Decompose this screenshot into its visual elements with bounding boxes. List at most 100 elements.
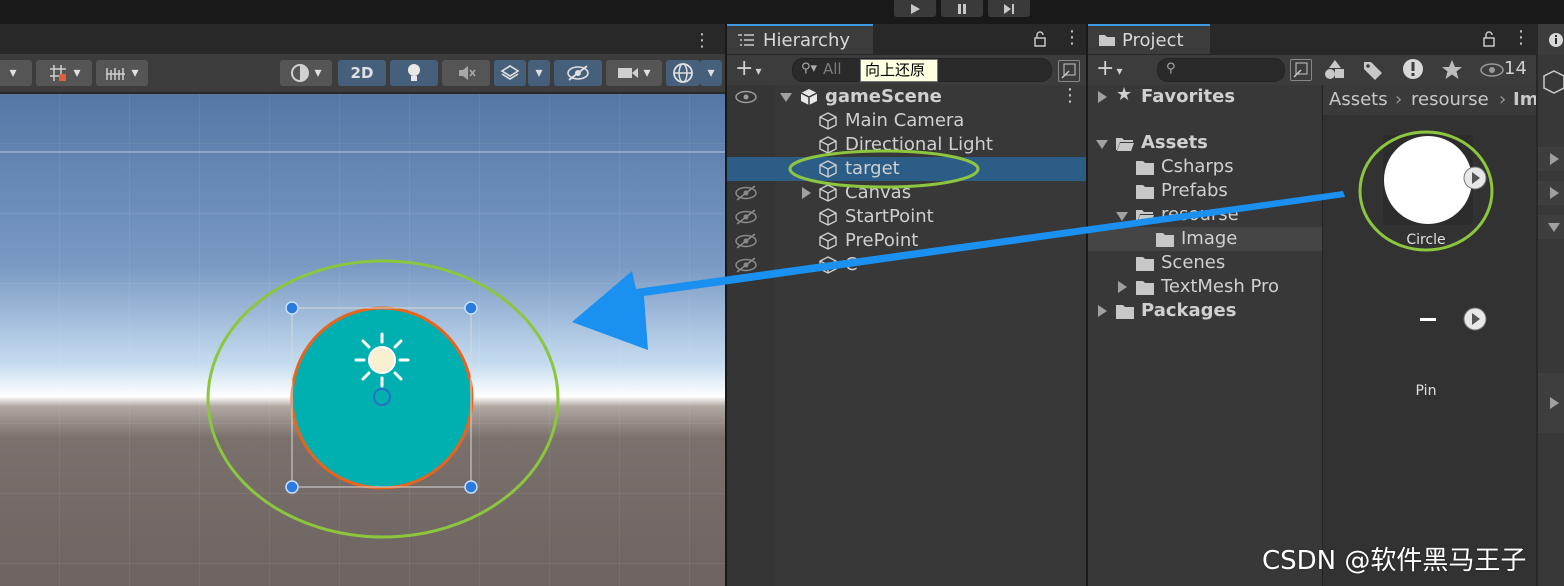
project-panel: Project ⋮ + ▾ ⚲ 14 ★ Favorites Assets Csh… (1088, 24, 1536, 586)
list-icon (738, 34, 754, 46)
2d-mode-button[interactable]: 2D (338, 60, 386, 86)
tree-item[interactable]: resourse (1088, 203, 1322, 227)
component-header[interactable] (1538, 147, 1564, 171)
shading-mode-button[interactable]: ▾ (280, 60, 332, 86)
gameobject-cube-icon (819, 232, 837, 250)
pause-button[interactable] (941, 0, 983, 17)
step-button[interactable] (988, 0, 1030, 17)
hierarchy-item[interactable]: StartPoint (727, 205, 1086, 229)
lightbulb-icon (408, 64, 420, 81)
watermark: CSDN @软件黑马王子 (1262, 546, 1527, 576)
draw-mode-dropdown[interactable]: ▾ (0, 60, 32, 86)
expand-arrow-icon[interactable] (1118, 281, 1127, 293)
tree-item[interactable]: TextMesh Pro (1088, 275, 1322, 299)
scene-row[interactable]: gameScene ⋮ (727, 85, 1086, 109)
folder-icon (1136, 185, 1154, 199)
tab-hierarchy[interactable]: Hierarchy (727, 24, 873, 54)
hierarchy-tab-label: Hierarchy (763, 29, 851, 51)
more-icon[interactable]: ⋮ (693, 30, 711, 51)
tab-inspector[interactable] (1538, 24, 1564, 55)
scene-viewport[interactable] (0, 94, 725, 586)
tree-item[interactable]: Image (1088, 227, 1322, 251)
effects-dropdown[interactable]: ▾ (528, 60, 550, 86)
hidden-count: 14 (1504, 58, 1527, 79)
tree-item-label: Scenes (1161, 252, 1226, 273)
tag-icon[interactable] (1362, 59, 1384, 81)
play-toolbar (0, 0, 1564, 24)
component-header[interactable] (1538, 215, 1564, 239)
warning-icon[interactable] (1402, 58, 1424, 80)
tree-item-assets[interactable]: Assets (1088, 131, 1322, 155)
gizmos-button[interactable] (666, 60, 700, 86)
restore-icon (1293, 62, 1308, 78)
camera-icon (618, 68, 639, 78)
create-button[interactable]: + ▾ (1096, 56, 1122, 81)
expand-arrow-icon[interactable] (1098, 91, 1107, 103)
eye-slash-icon[interactable] (735, 257, 757, 273)
effects-button[interactable] (494, 60, 526, 86)
component-header[interactable] (1538, 373, 1564, 433)
ruler-icon (106, 68, 126, 80)
play-icon (911, 3, 920, 14)
expand-arrow-icon[interactable] (1096, 140, 1108, 149)
increment-snap-button[interactable]: ▾ (96, 60, 148, 86)
hidden-objects-button[interactable] (554, 60, 602, 86)
hierarchy-item-label: PrePoint (845, 230, 919, 251)
create-button[interactable]: + ▾ (735, 56, 761, 81)
tooltip: 向上还原 (860, 59, 938, 82)
gizmos-dropdown[interactable]: ▾ (700, 60, 722, 86)
eye-icon[interactable] (1480, 62, 1504, 78)
more-icon[interactable]: ⋮ (1063, 27, 1081, 48)
tab-project[interactable]: Project (1088, 24, 1210, 54)
annotation-ellipse-hierarchy (788, 149, 980, 189)
lighting-button[interactable] (390, 60, 438, 86)
grid-snap-button[interactable]: ▾ (36, 60, 92, 86)
project-tree: ★ Favorites Assets Csharps Prefabs resours… (1088, 84, 1322, 586)
inspector-body (1538, 55, 1564, 586)
tree-item-favorites[interactable]: ★ Favorites (1088, 84, 1322, 109)
more-icon[interactable]: ⋮ (1512, 27, 1530, 48)
component-header[interactable] (1538, 181, 1564, 205)
pause-icon (958, 3, 966, 14)
search-options-button[interactable] (1290, 59, 1312, 81)
gameobject-cube-icon (819, 208, 837, 226)
tree-item[interactable]: Scenes (1088, 251, 1322, 275)
more-icon[interactable]: ⋮ (1061, 85, 1079, 106)
expand-arrow-icon[interactable] (780, 93, 792, 102)
folder-icon (1156, 233, 1174, 247)
hierarchy-item[interactable]: C (727, 253, 1086, 277)
project-search-input[interactable]: ⚲ (1157, 58, 1285, 82)
shapes-filter-icon[interactable] (1324, 59, 1346, 81)
audio-button[interactable] (442, 60, 490, 86)
project-toolbar: + ▾ ⚲ 14 (1088, 55, 1536, 85)
expand-arrow-icon[interactable] (1116, 212, 1128, 221)
tree-item-label: TextMesh Pro (1161, 276, 1280, 297)
tree-item[interactable]: Prefabs (1088, 179, 1322, 203)
camera-button[interactable]: ▾ (606, 60, 662, 86)
tree-item[interactable]: Csharps (1088, 155, 1322, 179)
eye-slash-icon[interactable] (735, 185, 757, 201)
tree-item-label: Prefabs (1161, 180, 1228, 201)
star-icon[interactable] (1441, 59, 1463, 81)
lock-icon[interactable] (1482, 31, 1496, 47)
hierarchy-item[interactable]: Main Camera (727, 109, 1086, 133)
annotation-ellipse-asset (1358, 130, 1494, 252)
folder-icon (1136, 161, 1154, 175)
tree-item-packages[interactable]: Packages (1088, 299, 1322, 323)
tree-item-label: resourse (1161, 204, 1239, 225)
eye-icon[interactable] (735, 89, 757, 105)
hierarchy-item[interactable]: PrePoint (727, 229, 1086, 253)
tree-item-label: Favorites (1141, 86, 1236, 107)
search-icon: ⚲ (1166, 61, 1176, 76)
inspector-panel (1536, 24, 1564, 586)
eye-slash-icon[interactable] (735, 233, 757, 249)
play-button[interactable] (894, 0, 936, 17)
scene-toolbar: ▾ ▾ ▾ ▾ 2D ▾ ▾ ▾ (0, 54, 725, 92)
search-icon: ⚲▾ (801, 61, 818, 76)
lock-icon[interactable] (1033, 31, 1047, 47)
search-options-button[interactable] (1058, 60, 1080, 82)
expand-arrow-icon[interactable] (1098, 305, 1107, 317)
eye-slash-icon[interactable] (735, 209, 757, 225)
folder-open-icon (1136, 210, 1154, 223)
search-placeholder: All (823, 60, 842, 78)
